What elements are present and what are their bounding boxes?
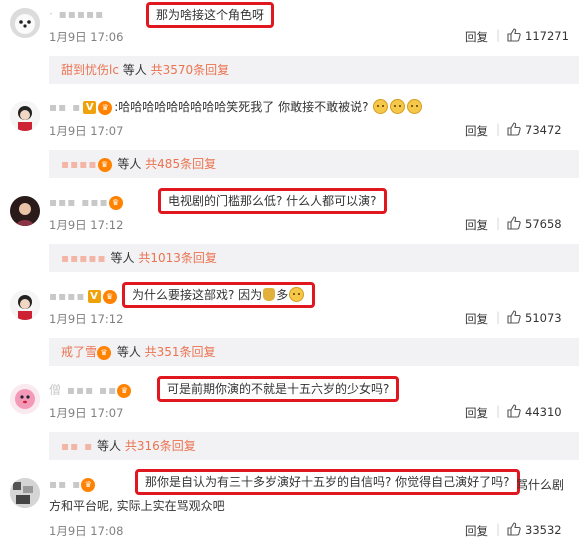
reply-button[interactable]: 回复 [465, 29, 488, 45]
sub-reply-deng: 等人 [113, 345, 145, 359]
comment-text-highlight: 可是前期你演的不就是十五六岁的少女吗? [157, 376, 400, 402]
avatar[interactable] [10, 8, 40, 38]
reply-button[interactable]: 回复 [465, 217, 488, 233]
divider: | [496, 522, 501, 536]
reply-button[interactable]: 回复 [465, 311, 488, 327]
reply-button[interactable]: 回复 [465, 405, 488, 421]
vip-badge: ♛ [117, 383, 132, 398]
verified-v-badge: V [87, 290, 101, 303]
like-button[interactable]: 33532 [507, 522, 562, 539]
divider: | [496, 404, 501, 418]
thumbs-up-icon [507, 522, 521, 539]
divider: | [496, 310, 501, 324]
comment-text-after: 多 [276, 288, 289, 302]
sub-replies-bar[interactable]: 甜到忧伤lc 等人 共3570条回复 [49, 56, 579, 84]
doge-emoji [373, 99, 389, 114]
comment-text: 为什么要接这部戏? 因为 [132, 288, 263, 302]
like-button[interactable]: 57658 [507, 216, 562, 233]
sub-reply-user[interactable]: 甜到忧伤lc [61, 63, 119, 77]
money-bag-emoji [263, 288, 276, 301]
doge-emoji [407, 99, 423, 114]
comment-text: 那你是自认为有三十多岁演好十五岁的自信吗? 你觉得自己演好了吗? [145, 475, 510, 489]
divider: | [496, 122, 501, 136]
like-count: 73472 [525, 123, 562, 137]
sub-replies-bar[interactable]: ▪▪ ▪ 等人 共316条回复 [49, 432, 579, 460]
comment-text: 可是前期你演的不就是十五六岁的少女吗? [167, 382, 390, 396]
avatar[interactable] [10, 101, 40, 131]
comment-username[interactable]: 僧 ▪▪▪ ▪▪ [49, 379, 117, 401]
like-button[interactable]: 73472 [507, 122, 562, 139]
comment-text-highlight: 那你是自认为有三十多岁演好十五岁的自信吗? 你觉得自己演好了吗? [135, 469, 520, 495]
comment-text-highlight: 电视剧的门槛那么低? 什么人都可以演? [158, 188, 387, 214]
doge-emoji [390, 99, 406, 114]
sub-reply-deng: 等人 [118, 63, 151, 77]
thumbs-up-icon [507, 28, 521, 45]
avatar[interactable] [10, 290, 40, 320]
sub-reply-count[interactable]: 共485条回复 [145, 157, 216, 171]
sub-reply-deng: 等人 [93, 439, 125, 453]
sub-replies-bar[interactable]: ▪▪▪▪▪ 等人 共1013条回复 [49, 244, 579, 272]
comment-date: 1月9日 17:07 [49, 124, 124, 138]
comment-username[interactable]: · ▪▪▪▪▪ [49, 3, 104, 25]
thumbs-up-icon [507, 310, 521, 327]
vip-badge: ♛ [98, 100, 113, 115]
thumbs-up-icon [507, 404, 521, 421]
reply-button[interactable]: 回复 [465, 523, 488, 539]
sub-reply-deng: 等人 [113, 157, 146, 171]
comment-text-highlight: 为什么要接这部戏? 因为多 [122, 282, 316, 308]
thumbs-up-icon [507, 216, 521, 233]
comment-text: 电视剧的门槛那么低? 什么人都可以演? [168, 194, 377, 208]
like-count: 117271 [525, 29, 569, 43]
comment-username[interactable]: ▪▪ ▪ [49, 96, 81, 118]
sub-reply-user[interactable]: 戒了雪 [61, 345, 97, 359]
comment-text: 哈哈哈哈哈哈哈哈哈笑死我了 你敢接不敢被说? [118, 100, 369, 114]
avatar[interactable] [10, 478, 40, 508]
vip-badge: ♛ [108, 195, 123, 210]
vip-badge: ♛ [97, 157, 112, 172]
sub-replies-bar[interactable]: 戒了雪 ♛ 等人 共351条回复 [49, 338, 579, 366]
vip-badge: ♛ [81, 477, 96, 492]
comment-text-highlight: 那为啥接这个角色呀 [146, 2, 275, 28]
avatar[interactable] [10, 384, 40, 414]
sub-reply-count[interactable]: 共1013条回复 [138, 251, 217, 265]
like-count: 51073 [525, 311, 562, 325]
verified-v-badge: V [83, 101, 97, 114]
divider: | [496, 216, 501, 230]
comment-date: 1月9日 17:07 [49, 406, 124, 420]
like-count: 57658 [525, 217, 562, 231]
avatar[interactable] [10, 196, 40, 226]
sub-reply-user[interactable]: ▪▪▪▪▪ [61, 251, 107, 265]
comment-date: 1月9日 17:06 [49, 30, 124, 44]
vip-badge: ♛ [97, 345, 112, 360]
like-button[interactable]: 44310 [507, 404, 562, 421]
sub-reply-count[interactable]: 共316条回复 [125, 439, 196, 453]
sub-reply-user[interactable]: ▪▪ ▪ [61, 439, 93, 453]
comment-date: 1月9日 17:12 [49, 218, 124, 232]
sub-reply-user[interactable]: ▪▪▪▪ [61, 157, 98, 171]
sub-reply-deng: 等人 [106, 251, 139, 265]
vip-badge: ♛ [102, 289, 117, 304]
reply-button[interactable]: 回复 [465, 123, 488, 139]
like-button[interactable]: 117271 [507, 28, 569, 45]
like-count: 33532 [525, 523, 562, 537]
sub-reply-count[interactable]: 共3570条回复 [151, 63, 230, 77]
sub-replies-bar[interactable]: ▪▪▪▪ ♛ 等人 共485条回复 [49, 150, 579, 178]
comment-date: 1月9日 17:08 [49, 524, 124, 538]
comment-username[interactable]: ▪▪▪ ▪▪▪ [49, 191, 109, 213]
sub-reply-count[interactable]: 共351条回复 [145, 345, 216, 359]
thumbs-up-icon [507, 122, 521, 139]
comment-username[interactable]: ▪▪▪▪ [49, 285, 86, 307]
like-button[interactable]: 51073 [507, 310, 562, 327]
comment-text: 那为啥接这个角色呀 [156, 8, 265, 22]
divider: | [496, 28, 501, 42]
comment-text-continued: 方和平台呢, 实际上实在骂观众吧 [49, 499, 225, 513]
comment-username[interactable]: ▪▪ ▪ [49, 473, 81, 495]
doge-emoji [289, 287, 305, 302]
like-count: 44310 [525, 405, 562, 419]
comment-date: 1月9日 17:12 [49, 312, 124, 326]
comment-text-tail: 骂什么剧 [516, 478, 565, 492]
